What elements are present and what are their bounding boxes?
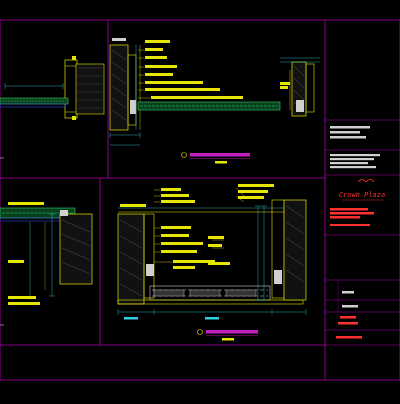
callout-text-upper — [112, 38, 243, 99]
cad-drawing-canvas: Crown Plaza — [0, 0, 400, 400]
detail-lower-section — [117, 199, 307, 320]
detail-lower-left — [0, 202, 93, 326]
sheet-frame — [0, 19, 400, 381]
detail-upper-left — [0, 56, 105, 159]
outer-border — [0, 19, 400, 381]
svg-text:Crown Plaza: Crown Plaza — [339, 191, 385, 199]
title-block: Crown Plaza — [325, 119, 400, 346]
detail-upper-section — [109, 44, 281, 146]
hotel-logo: Crown Plaza — [339, 179, 385, 201]
detail-upper-right — [280, 57, 320, 117]
detail-title-upper — [181, 152, 250, 164]
detail-title-lower — [197, 329, 258, 341]
